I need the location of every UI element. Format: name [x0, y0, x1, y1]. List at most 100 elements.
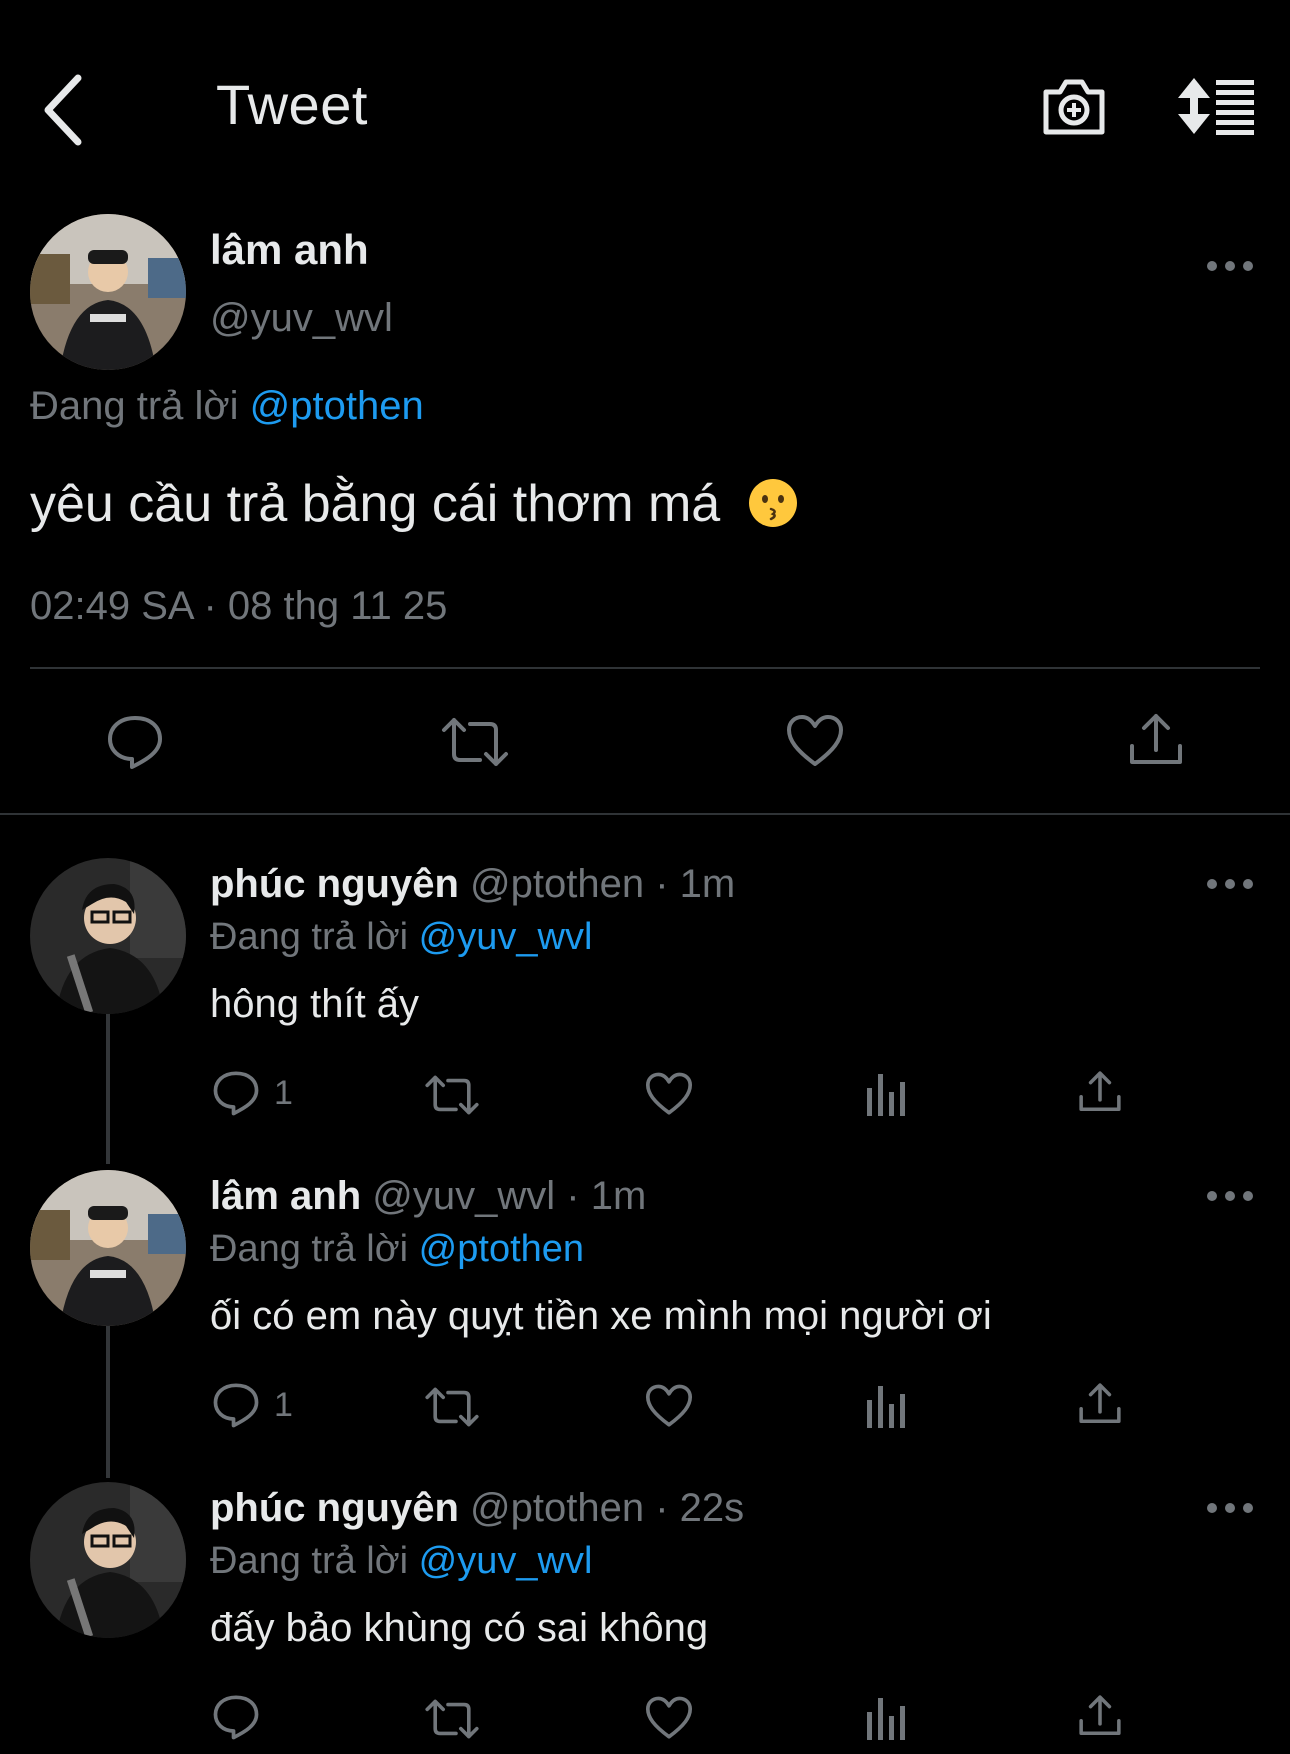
share-icon — [1079, 1071, 1121, 1112]
sort-icon — [1178, 78, 1254, 135]
reply-button[interactable]: 1 — [212, 1070, 293, 1116]
like-button[interactable] — [645, 1696, 693, 1740]
views-button[interactable] — [866, 1696, 906, 1740]
retweet-button[interactable] — [424, 1698, 480, 1740]
reply-button[interactable]: 1 — [212, 1382, 293, 1428]
chevron-left-icon — [44, 74, 82, 146]
avatar-image — [30, 214, 186, 370]
author-name[interactable]: lâm anh — [210, 226, 369, 274]
heart-icon — [645, 1696, 693, 1739]
heart-icon — [645, 1384, 693, 1427]
avatar[interactable] — [30, 858, 186, 1014]
ellipsis-icon — [1207, 1503, 1253, 1513]
retweet-button[interactable] — [424, 1386, 480, 1428]
share-button[interactable] — [1078, 1694, 1122, 1738]
comment-icon — [213, 1071, 259, 1116]
author-handle[interactable]: @ptothen — [470, 862, 644, 906]
replying-prefix: Đang trả lời — [210, 1228, 409, 1270]
divider — [0, 813, 1290, 815]
camera-plus-icon — [1043, 79, 1105, 135]
share-button[interactable] — [1078, 1382, 1122, 1426]
avatar-image — [30, 1482, 186, 1638]
reply-text: hông thít ấy — [210, 982, 420, 1026]
replying-to: Đang trả lời @ptothen — [210, 1228, 584, 1271]
thread-line — [106, 1014, 110, 1164]
back-button[interactable] — [38, 70, 90, 150]
comment-icon — [108, 716, 162, 769]
reply-count: 1 — [274, 1385, 293, 1424]
share-button[interactable] — [1078, 1070, 1122, 1114]
replying-mention-link[interactable]: @ptothen — [250, 384, 424, 428]
avatar[interactable] — [30, 214, 186, 370]
avatar-image — [30, 1170, 186, 1326]
analytics-icon — [867, 1698, 905, 1740]
reply-button[interactable] — [106, 714, 164, 770]
replying-to: Đang trả lời @yuv_wvl — [210, 1540, 592, 1583]
ellipsis-icon — [1207, 1191, 1253, 1201]
more-options-button[interactable] — [1204, 258, 1256, 274]
replying-prefix: Đang trả lời — [30, 384, 239, 428]
heart-icon — [787, 715, 843, 766]
like-button[interactable] — [645, 1384, 693, 1428]
reply-header: phúc nguyên @ptothen · 1m — [210, 862, 735, 907]
analytics-icon — [867, 1386, 905, 1428]
comment-icon — [213, 1695, 259, 1740]
reply-time: · 1m — [655, 862, 736, 906]
author-handle[interactable]: @yuv_wvl — [372, 1174, 555, 1218]
avatar[interactable] — [30, 1170, 186, 1326]
replying-to: Đang trả lời @ptothen — [30, 384, 424, 429]
views-button[interactable] — [866, 1384, 906, 1428]
camera-add-button[interactable] — [1040, 76, 1108, 138]
tweet-timestamp: 02:49 SA · 08 thg 11 25 — [30, 584, 448, 628]
like-button[interactable] — [645, 1072, 693, 1116]
share-button[interactable] — [1128, 712, 1184, 768]
reply-count: 1 — [274, 1073, 293, 1112]
more-options-button[interactable] — [1204, 1188, 1256, 1204]
replying-mention-link[interactable]: @yuv_wvl — [419, 1540, 593, 1582]
kissing-face-icon — [748, 479, 797, 527]
comment-icon — [213, 1383, 259, 1428]
tweet-text-content: yêu cầu trả bằng cái thơm má — [30, 475, 721, 533]
retweet-icon — [425, 1699, 479, 1739]
author-name[interactable]: lâm anh — [210, 1174, 361, 1218]
ellipsis-icon — [1207, 879, 1253, 889]
reply-time: · 22s — [655, 1486, 745, 1530]
replying-to: Đang trả lời @yuv_wvl — [210, 916, 592, 959]
avatar-image — [30, 858, 186, 1014]
replying-prefix: Đang trả lời — [210, 916, 409, 958]
retweet-icon — [442, 718, 508, 766]
retweet-button[interactable] — [440, 716, 510, 768]
like-button[interactable] — [786, 714, 844, 768]
views-button[interactable] — [866, 1072, 906, 1116]
page-title: Tweet — [216, 73, 368, 136]
replying-mention-link[interactable]: @yuv_wvl — [419, 916, 593, 958]
reply-text: ối có em này quỵt tiền xe mình mọi người… — [210, 1294, 992, 1338]
retweet-button[interactable] — [424, 1074, 480, 1116]
ellipsis-icon — [1207, 261, 1253, 271]
author-handle[interactable]: @ptothen — [470, 1486, 644, 1530]
share-icon — [1079, 1695, 1121, 1736]
analytics-icon — [867, 1074, 905, 1116]
share-icon — [1079, 1383, 1121, 1424]
replying-mention-link[interactable]: @ptothen — [419, 1228, 584, 1270]
tweet-text: yêu cầu trả bằng cái thơm má — [30, 474, 799, 534]
author-name[interactable]: phúc nguyên — [210, 1486, 459, 1530]
replying-prefix: Đang trả lời — [210, 1540, 409, 1582]
thread-line — [106, 1326, 110, 1478]
author-name[interactable]: phúc nguyên — [210, 862, 459, 906]
retweet-icon — [425, 1387, 479, 1427]
reply-button[interactable] — [212, 1694, 274, 1740]
reply-header: phúc nguyên @ptothen · 22s — [210, 1486, 744, 1531]
heart-icon — [645, 1072, 693, 1115]
author-handle[interactable]: @yuv_wvl — [210, 296, 393, 341]
avatar[interactable] — [30, 1482, 186, 1638]
more-options-button[interactable] — [1204, 1500, 1256, 1516]
divider — [30, 667, 1260, 669]
reply-time: · 1m — [566, 1174, 647, 1218]
reply-text: đấy bảo khùng có sai không — [210, 1606, 709, 1650]
share-icon — [1130, 714, 1182, 764]
reply-header: lâm anh @yuv_wvl · 1m — [210, 1174, 646, 1219]
retweet-icon — [425, 1075, 479, 1115]
sort-replies-button[interactable] — [1178, 76, 1258, 136]
more-options-button[interactable] — [1204, 876, 1256, 892]
